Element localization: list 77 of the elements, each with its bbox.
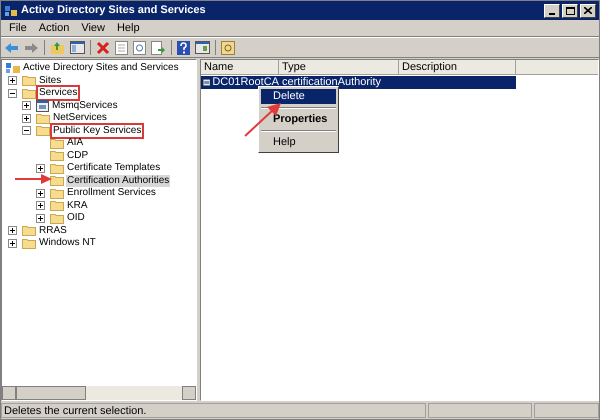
refresh-icon[interactable] <box>133 40 146 54</box>
menu-item[interactable]: Action <box>32 20 76 36</box>
folder-icon <box>50 212 64 224</box>
menu-item[interactable]: Delete <box>261 89 336 104</box>
folder-icon <box>50 138 64 149</box>
minimize-button[interactable] <box>544 4 560 18</box>
tree-item[interactable]: Windows NT <box>38 237 97 250</box>
expand-icon[interactable] <box>36 188 45 198</box>
folder-icon <box>22 238 36 249</box>
folder-icon <box>50 175 64 186</box>
folder-icon <box>22 88 36 99</box>
minimize-icon <box>549 12 555 14</box>
table-cell-text: DC01RootCA <box>212 75 279 90</box>
delete-icon[interactable] <box>96 40 110 54</box>
properties-icon[interactable] <box>115 40 128 54</box>
tree-item[interactable]: KRA <box>66 200 89 212</box>
export-icon[interactable] <box>151 40 166 54</box>
menu-item[interactable]: View <box>75 20 111 36</box>
annotation-arrow <box>15 174 53 184</box>
folder-icon <box>36 125 50 136</box>
scroll-thumb[interactable] <box>16 386 86 400</box>
status-bar-pane <box>534 403 599 418</box>
tree-pane-icon[interactable] <box>70 41 85 54</box>
column-header[interactable]: Name <box>201 60 279 75</box>
expand-icon[interactable] <box>8 76 17 86</box>
menu-item[interactable]: Help <box>110 20 146 36</box>
tree-item[interactable]: AIA <box>66 137 84 150</box>
console-icon[interactable] <box>195 41 210 54</box>
menu-item[interactable]: Properties <box>261 112 336 127</box>
tree-item[interactable]: RRAS <box>38 224 68 237</box>
folder-icon <box>50 162 64 174</box>
folder-icon <box>50 188 64 199</box>
tree-item[interactable]: Services <box>38 87 78 100</box>
help-icon[interactable] <box>177 40 190 54</box>
tree-item[interactable]: MsmqServices <box>51 100 119 112</box>
column-header[interactable]: Description <box>399 60 516 75</box>
expand-icon[interactable] <box>22 101 31 110</box>
maximize-button[interactable] <box>562 4 578 18</box>
menu-item[interactable]: Help <box>261 135 336 150</box>
tree-item[interactable]: Active Directory Sites and Services <box>22 62 180 74</box>
tree-item[interactable]: Sites <box>38 74 62 87</box>
tree-item[interactable]: Certification Authorities <box>66 174 170 187</box>
tree-item[interactable]: Enrollment Services <box>66 187 157 200</box>
expand-icon[interactable] <box>22 114 31 123</box>
folder-icon <box>22 75 36 86</box>
list-row[interactable]: DC01RootCA certificationAuthority <box>201 76 516 89</box>
expand-icon[interactable] <box>36 214 45 223</box>
collapse-icon[interactable] <box>22 126 31 136</box>
folder-icon <box>50 150 64 162</box>
expand-icon[interactable] <box>36 201 45 210</box>
sites-services-icon <box>6 62 20 74</box>
status-bar-text: Deletes the current selection. <box>1 403 426 418</box>
close-icon <box>584 7 592 14</box>
server-icon <box>36 100 49 112</box>
close-button[interactable] <box>580 4 596 18</box>
tree-item[interactable]: Public Key Services <box>52 124 142 137</box>
scroll-right-button[interactable] <box>182 386 196 400</box>
scroll-left-button[interactable] <box>2 386 16 400</box>
expand-icon[interactable] <box>36 164 45 173</box>
expand-icon[interactable] <box>8 238 17 248</box>
collapse-icon[interactable] <box>8 88 17 98</box>
tree-item[interactable]: Certificate Templates <box>66 162 162 174</box>
app-icon <box>4 4 18 18</box>
folder-icon <box>22 225 36 236</box>
column-header[interactable]: Type <box>279 60 399 75</box>
horizontal-scrollbar[interactable] <box>2 386 196 400</box>
table-cell-text: certificationAuthority <box>281 75 382 90</box>
tree-item[interactable]: CDP <box>66 150 90 162</box>
folder-icon <box>36 112 50 124</box>
expand-icon[interactable] <box>8 226 17 236</box>
tree-item[interactable]: NetServices <box>52 112 108 124</box>
menu-item[interactable]: File <box>3 20 33 36</box>
maximize-icon <box>566 6 574 14</box>
folder-icon <box>50 200 64 212</box>
tree-item[interactable]: OID <box>66 212 86 224</box>
certificate-authority-icon <box>203 77 210 88</box>
window-title: Active Directory Sites and Services <box>21 3 206 18</box>
